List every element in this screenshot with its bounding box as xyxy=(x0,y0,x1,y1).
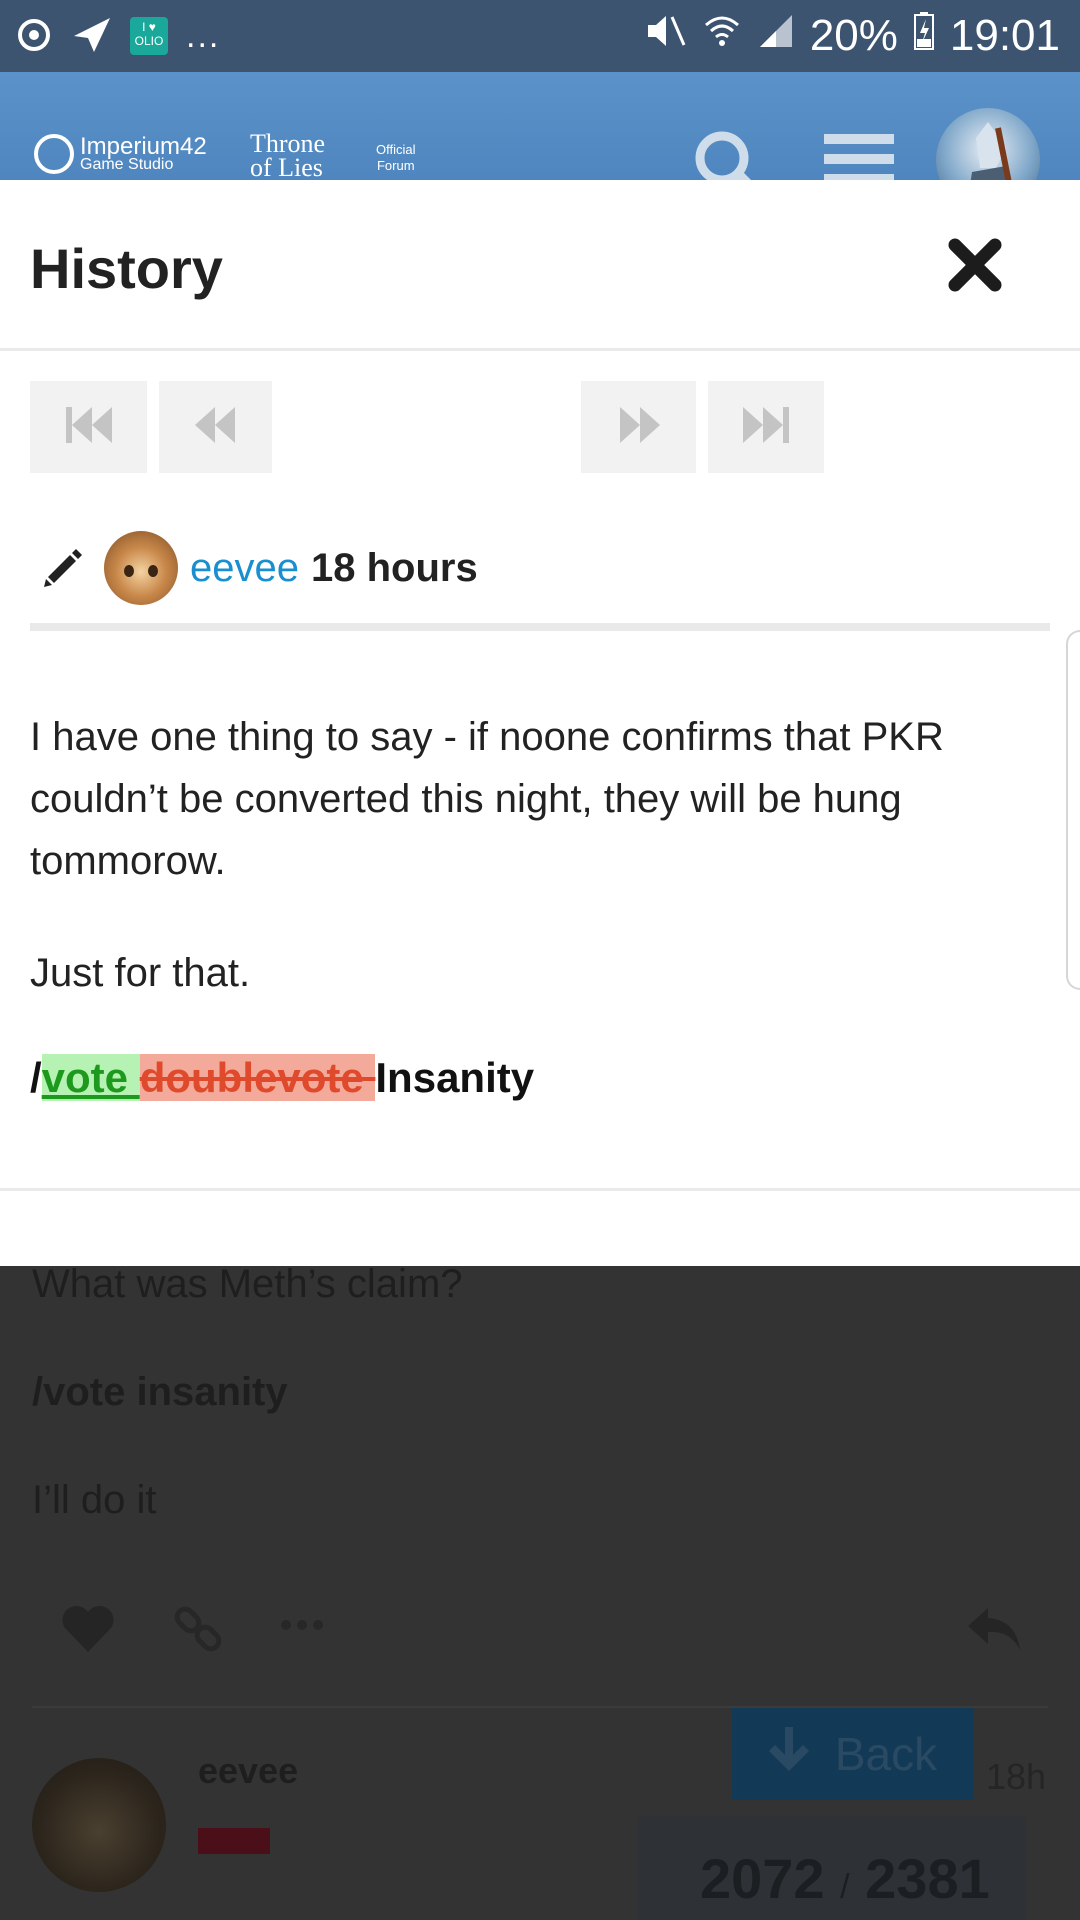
revision-info: eevee 18 hours xyxy=(30,531,478,605)
site-header: Imperium42 Game Studio Throne of Lies Of… xyxy=(0,72,1080,212)
avatar[interactable] xyxy=(32,1758,166,1892)
bg-post-username[interactable]: eevee xyxy=(198,1750,298,1792)
next-revision-button[interactable] xyxy=(581,381,696,473)
vote-prefix: / xyxy=(30,1054,42,1101)
mute-icon xyxy=(644,11,688,62)
logo-game-line2: of Lies xyxy=(250,153,323,182)
olio-app-icon: I ♥ OLIO xyxy=(130,17,168,55)
more-icon[interactable] xyxy=(280,1618,324,1637)
last-icon xyxy=(741,405,791,450)
progress-separator: / xyxy=(840,1868,850,1906)
more-notifications: ... xyxy=(186,16,221,55)
swirl-icon xyxy=(34,134,74,174)
close-icon xyxy=(947,237,1003,298)
revision-time: 18 hours xyxy=(310,545,478,590)
status-bar: I ♥ OLIO ... 20% 19:01 xyxy=(0,0,1080,72)
back-label: Back xyxy=(834,1728,938,1780)
previous-revision-button[interactable] xyxy=(159,381,272,473)
previous-icon xyxy=(194,405,237,450)
deleted-text: doublevote xyxy=(139,1054,376,1101)
post-paragraph-1: I have one thing to say - if noone confi… xyxy=(30,715,944,883)
forum-label-line2: Forum xyxy=(376,158,415,173)
first-icon xyxy=(64,405,114,450)
modal-title: History xyxy=(30,237,223,300)
send-icon xyxy=(72,14,112,59)
footer-divider xyxy=(0,1188,1080,1191)
logo-studio-name: Imperium42 xyxy=(80,133,207,160)
progress-current: 2072 xyxy=(700,1847,825,1910)
progress-total: 2381 xyxy=(865,1847,990,1910)
scrollbar[interactable] xyxy=(1066,630,1080,990)
post-paragraph-2: Just for that. xyxy=(30,951,251,995)
timeline-progress[interactable]: 2072 / 2381 xyxy=(638,1816,1026,1920)
next-icon xyxy=(618,405,660,450)
revision-divider xyxy=(30,623,1050,631)
signal-icon xyxy=(756,11,796,62)
header-divider xyxy=(0,348,1080,351)
bg-post-line-2: /vote insanity xyxy=(32,1370,288,1414)
vote-target: Insanity xyxy=(375,1054,535,1101)
link-icon[interactable] xyxy=(172,1602,226,1661)
battery-level: 20% xyxy=(809,11,898,60)
throne-of-lies-logo[interactable]: Throne of Lies xyxy=(250,131,325,182)
user-flair xyxy=(198,1828,270,1854)
history-modal: History eevee 18 hours I have one thing … xyxy=(0,180,1080,1266)
revision-username[interactable]: eevee xyxy=(190,546,299,591)
battery-icon xyxy=(912,11,936,62)
forum-label-line1: Official xyxy=(376,142,416,157)
imperium42-logo[interactable]: Imperium42 Game Studio xyxy=(34,134,207,174)
heart-icon[interactable] xyxy=(60,1604,116,1659)
avatar[interactable] xyxy=(104,531,178,605)
power-icon xyxy=(14,14,54,59)
wifi-icon xyxy=(702,11,742,62)
pencil-icon xyxy=(42,547,84,589)
last-revision-button[interactable] xyxy=(708,381,824,473)
bg-post-line-3: I’ll do it xyxy=(32,1478,157,1522)
logo-studio-subtitle: Game Studio xyxy=(80,156,174,173)
inserted-text: vote xyxy=(41,1054,140,1101)
post-age: 18h xyxy=(986,1756,1047,1797)
back-button[interactable]: Back xyxy=(732,1708,974,1800)
clock: 19:01 xyxy=(949,11,1060,60)
arrow-down-icon xyxy=(768,1726,809,1782)
vote-diff: /vote doublevote Insanity xyxy=(30,1050,534,1106)
official-forum-label: Official Forum xyxy=(376,142,416,174)
modal-backdrop[interactable]: What was Meth’s claim? /vote insanity I’… xyxy=(0,1266,1080,1920)
bg-post-line-1: What was Meth’s claim? xyxy=(32,1266,463,1306)
reply-icon[interactable] xyxy=(966,1604,1022,1659)
first-revision-button[interactable] xyxy=(30,381,147,473)
close-button[interactable] xyxy=(940,232,1010,302)
